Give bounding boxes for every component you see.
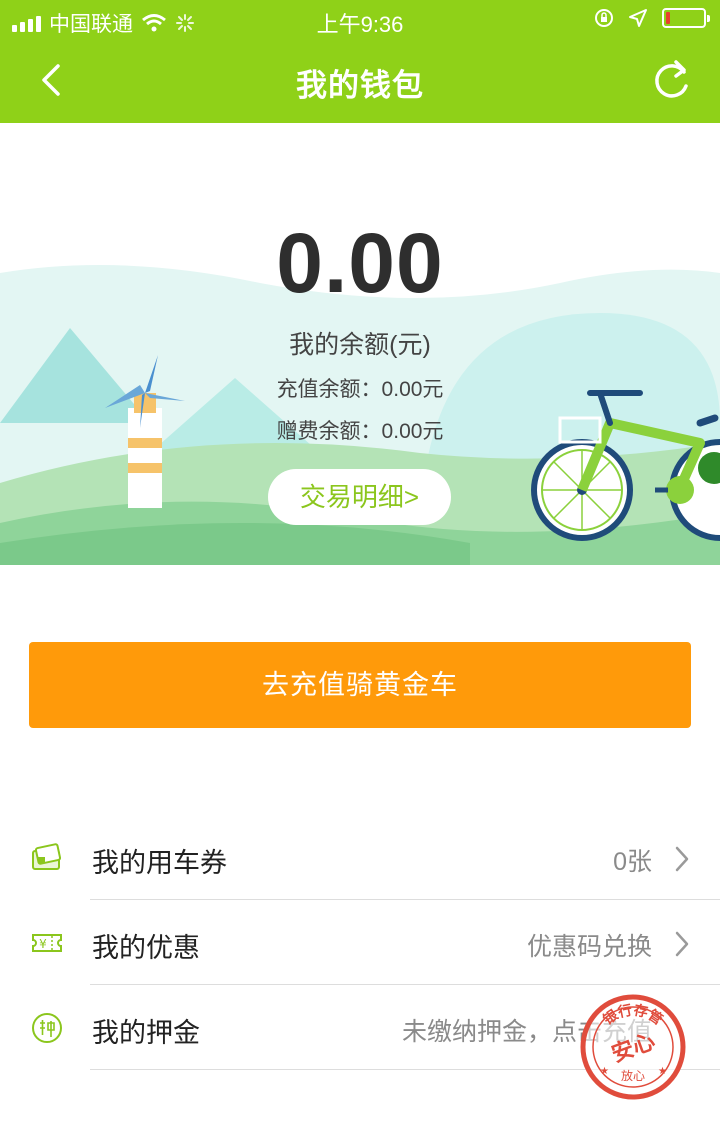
status-right [594, 8, 710, 28]
status-bar: 中国联通 上午9:36 [0, 0, 720, 40]
nav-bar: 我的钱包 [0, 40, 720, 123]
list-item-label: 我的优惠 [92, 933, 200, 963]
list-item-ride-coupons[interactable]: 我的用车券 0张 [0, 815, 720, 900]
orientation-lock-icon [595, 9, 613, 27]
list-item-discounts[interactable]: ¥ 我的优惠 优惠码兑换 [0, 900, 720, 985]
gift-balance-line: 赠费余额：0.00元 [276, 420, 444, 443]
refresh-icon[interactable] [650, 56, 694, 104]
balance-label: 我的余额(元) [289, 331, 431, 359]
top-bar: 中国联通 上午9:36 我的钱包 [0, 0, 720, 123]
ticket-icon [32, 843, 62, 870]
balance-amount: 0.00 [276, 216, 444, 310]
list-item-value: 优惠码兑换 [526, 933, 652, 961]
chevron-right-icon [675, 931, 689, 957]
stamp-bottom-text: 放心 [621, 1068, 645, 1083]
transaction-detail-button[interactable]: 交易明细> [268, 469, 451, 525]
page-title: 我的钱包 [296, 68, 424, 103]
deposit-icon [32, 1013, 62, 1043]
battery-icon [662, 8, 710, 28]
wallet-hero: 0.00 我的余额(元) 充值余额：0.00元 赠费余额：0.00元 交易明细> [0, 123, 720, 565]
location-arrow-icon [629, 9, 647, 27]
battery-level [666, 12, 670, 24]
list-item-value: 0张 [613, 848, 652, 876]
chevron-right-icon [675, 846, 689, 872]
coupon-icon: ¥ [32, 934, 62, 952]
recharge-button[interactable]: 去充值骑黄金车 [29, 642, 691, 728]
list-item-label: 我的押金 [92, 1018, 200, 1048]
recharge-balance-line: 充值余额：0.00元 [276, 378, 444, 401]
svg-text:★: ★ [658, 1066, 667, 1077]
list-item-label: 我的用车券 [92, 848, 227, 878]
bank-custody-stamp: 银行存管 安心 放心 ★ ★ [580, 994, 686, 1100]
svg-text:★: ★ [600, 1066, 609, 1077]
svg-text:¥: ¥ [39, 937, 47, 951]
